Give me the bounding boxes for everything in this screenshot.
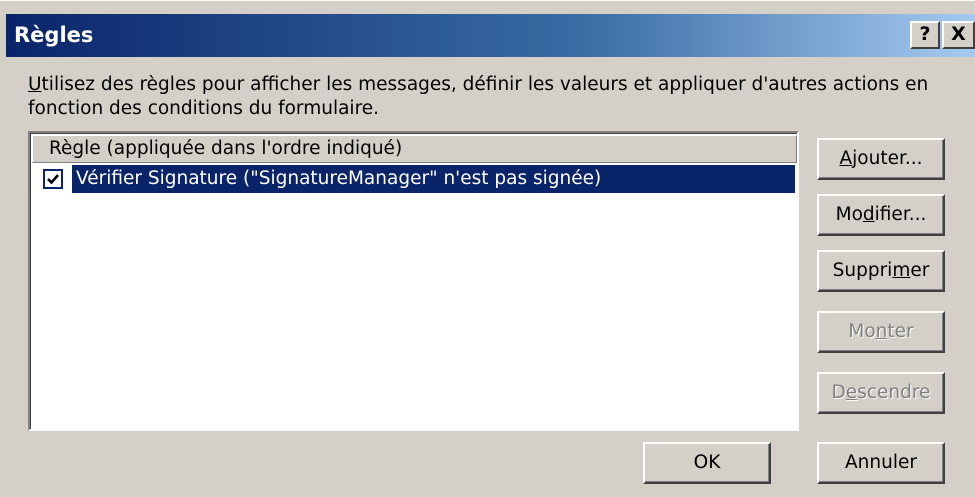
move-up-button[interactable]: Monter <box>817 311 945 353</box>
dialog-title: Règles <box>14 23 94 47</box>
modify-label-pre: Mo <box>835 204 863 225</box>
down-mnemonic: e <box>845 382 858 403</box>
close-button[interactable]: X <box>942 21 975 49</box>
up-label-post: ter <box>887 321 914 342</box>
modify-mnemonic: d <box>862 204 875 225</box>
help-button[interactable]: ? <box>910 21 940 49</box>
list-item[interactable]: Vérifier Signature ("SignatureManager" n… <box>32 164 797 195</box>
checkmark-icon <box>47 174 59 185</box>
dialog-description: Utilisez des règles pour afficher les me… <box>28 73 958 121</box>
modify-label-post: ifier... <box>874 204 927 225</box>
ok-button[interactable]: OK <box>643 442 771 484</box>
description-text: tilisez des règles pour afficher les mes… <box>28 74 929 119</box>
help-icon: ? <box>919 23 931 45</box>
down-label-post: scendre <box>857 382 931 403</box>
rule-label: Vérifier Signature ("SignatureManager" n… <box>72 165 795 193</box>
column-header-text-pre: Rè <box>49 138 73 159</box>
cancel-button[interactable]: Annuler <box>817 442 945 484</box>
column-header-rule[interactable]: Règle (appliquée dans l'ordre indiqué) <box>32 135 797 163</box>
column-header-text-post: le (appliquée dans l'ordre indiqué) <box>84 138 403 159</box>
add-mnemonic: A <box>839 148 853 169</box>
rules-dialog: Règles ? X Utilisez des règles pour affi… <box>0 0 975 497</box>
column-header-mnemonic: g <box>72 138 85 159</box>
delete-label-post: er <box>910 260 930 281</box>
delete-button[interactable]: Supprimer <box>817 250 945 292</box>
description-mnemonic: U <box>28 74 42 95</box>
title-bar[interactable]: Règles ? X <box>6 14 975 57</box>
add-label-post: jouter... <box>852 148 923 169</box>
modify-button[interactable]: Modifier... <box>817 194 945 236</box>
close-icon: X <box>951 23 966 45</box>
down-label-pre: D <box>831 382 846 403</box>
rules-list[interactable]: Règle (appliquée dans l'ordre indiqué) V… <box>28 131 799 431</box>
delete-mnemonic: m <box>892 260 911 281</box>
add-button[interactable]: Ajouter... <box>817 138 945 180</box>
up-mnemonic: n <box>875 321 888 342</box>
delete-label-pre: Suppri <box>832 260 893 281</box>
move-down-button[interactable]: Descendre <box>817 372 945 414</box>
up-label-pre: Mo <box>848 321 876 342</box>
rule-enabled-checkbox[interactable] <box>42 168 64 190</box>
